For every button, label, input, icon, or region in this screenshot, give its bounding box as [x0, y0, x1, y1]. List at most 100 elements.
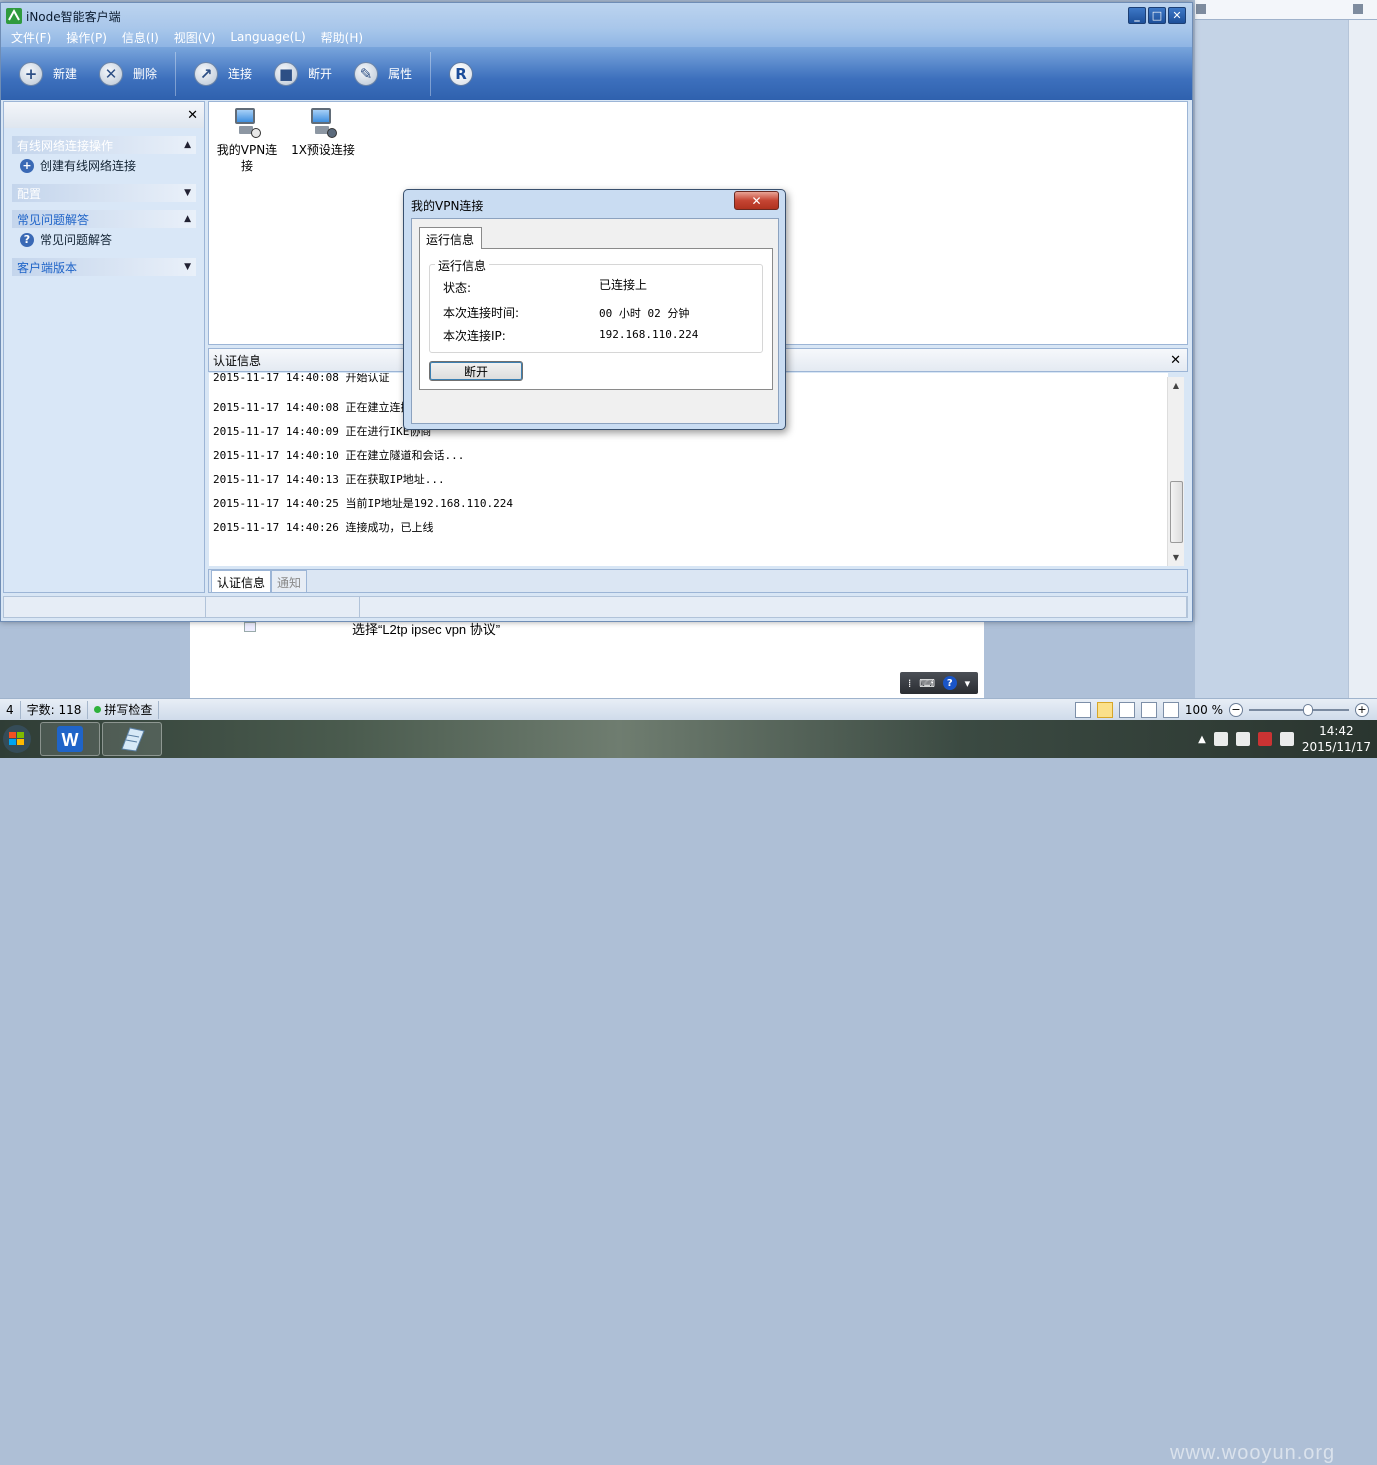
- sidebar-section-header-config[interactable]: 配置 ▼: [12, 184, 196, 202]
- window-title: iNode智能客户端: [26, 9, 121, 24]
- sidebar-close-icon[interactable]: ✕: [187, 108, 198, 123]
- sidebar-section-faq: 常见问题解答 ▲ ? 常见问题解答: [12, 210, 196, 250]
- registered-r-icon[interactable]: R: [449, 61, 474, 86]
- taskbar: W www.wooyun.org ▲ 14:42 2015/11/17: [0, 720, 1377, 1464]
- delete-button[interactable]: ✕ 删除: [99, 61, 157, 86]
- sidebar-header: ✕: [4, 102, 204, 128]
- system-tray: ▲ 14:42 2015/11/17: [1198, 720, 1371, 758]
- disconnect-label: 断开: [308, 67, 333, 81]
- connection-label-line2: 接: [240, 159, 253, 173]
- sidebar-item-label: 创建有线网络连接: [40, 159, 137, 173]
- sidebar-item-faq[interactable]: ? 常见问题解答: [12, 228, 196, 250]
- dialog-close-button[interactable]: ✕: [734, 191, 779, 210]
- vpn-status-dialog: 我的VPN连接 ✕ 运行信息 运行信息 状态: 已连接上 本次连接时间: 00 …: [403, 189, 786, 430]
- keyboard-icon[interactable]: ⌨: [919, 677, 935, 690]
- connection-my-vpn[interactable]: 我的VPN连 接: [209, 106, 285, 174]
- close-button[interactable]: ✕: [1168, 7, 1186, 24]
- background-document-page[interactable]: [190, 622, 984, 698]
- new-button[interactable]: + 新建: [19, 61, 77, 86]
- collapse-caret-icon: ▲: [184, 140, 191, 150]
- dialog-title: 我的VPN连接: [411, 199, 484, 213]
- start-button[interactable]: [0, 722, 38, 756]
- sidebar-section-header-wired[interactable]: 有线网络连接操作 ▲: [12, 136, 196, 154]
- menu-help[interactable]: 帮助(H): [321, 29, 363, 46]
- sidebar-section-header-faq[interactable]: 常见问题解答 ▲: [12, 210, 196, 228]
- sidebar-section-config: 配置 ▼: [12, 184, 196, 202]
- status-value: 已连接上: [599, 278, 648, 292]
- zoom-in-icon[interactable]: +: [1355, 702, 1369, 717]
- log-line: 2015-11-17 14:40:09 正在进行IKE协商: [213, 425, 432, 438]
- ime-menu-icon[interactable]: ▾: [965, 677, 971, 690]
- tab-auth-info[interactable]: 认证信息: [211, 570, 272, 592]
- title-bar[interactable]: iNode智能客户端 _ □ ✕: [1, 3, 1192, 29]
- maximize-button[interactable]: □: [1148, 7, 1166, 24]
- menu-file[interactable]: 文件(F): [11, 29, 51, 46]
- sidebar-section-title: 客户端版本: [17, 260, 78, 275]
- toolbar-separator: [175, 51, 177, 96]
- scroll-thumb[interactable]: [1170, 481, 1183, 543]
- connection-label: 我的VPN连: [216, 143, 278, 157]
- disconnect-toolbar-button[interactable]: ■ 断开: [274, 61, 333, 86]
- run-info-group: 运行信息 状态: 已连接上 本次连接时间: 00 小时 02 分钟 本次连接IP…: [429, 257, 763, 353]
- menu-bar: 文件(F) 操作(P) 信息(I) 视图(V) Language(L) 帮助(H…: [1, 27, 1192, 47]
- tab-run-info[interactable]: 运行信息: [419, 227, 483, 249]
- stop-icon: ■: [274, 61, 299, 86]
- menu-view[interactable]: 视图(V): [174, 29, 216, 46]
- status-key: 状态:: [443, 281, 472, 295]
- toolbar-separator: [430, 51, 432, 96]
- zoom-slider[interactable]: [1249, 703, 1349, 716]
- tab-notice[interactable]: 通知: [271, 570, 308, 592]
- tray-windows-icon[interactable]: [1213, 732, 1228, 746]
- tray-device-icon[interactable]: [1235, 732, 1250, 746]
- scroll-up-icon[interactable]: ▲: [1168, 377, 1184, 394]
- view-page-icon[interactable]: [1096, 701, 1113, 718]
- view-outline-icon[interactable]: [1118, 701, 1135, 718]
- log-scrollbar[interactable]: ▲ ▼: [1167, 377, 1184, 566]
- tray-expand-icon[interactable]: ▲: [1198, 734, 1206, 745]
- properties-button[interactable]: ✎ 属性: [354, 61, 412, 86]
- duration-value: 00 小时 02 分钟: [599, 307, 690, 320]
- view-reading-icon[interactable]: [1162, 701, 1179, 718]
- sidebar: ✕ 有线网络连接操作 ▲ + 创建有线网络连接 配置 ▼ 常见问题解答 ▲ ? …: [3, 101, 205, 593]
- delete-x-icon: ✕: [99, 61, 124, 86]
- taskbar-document-button[interactable]: [102, 722, 162, 756]
- minimize-button[interactable]: _: [1128, 7, 1146, 24]
- sidebar-item-create-wired[interactable]: + 创建有线网络连接: [12, 154, 196, 176]
- zoom-level[interactable]: 100 %: [1185, 703, 1223, 717]
- log-line: 2015-11-17 14:40:25 当前IP地址是192.168.110.2…: [213, 497, 514, 510]
- sidebar-item-label: 常见问题解答: [40, 233, 113, 247]
- connect-label: 连接: [228, 67, 253, 81]
- help-icon[interactable]: ?: [942, 676, 957, 690]
- menu-operate[interactable]: 操作(P): [66, 29, 107, 46]
- auth-info-title: 认证信息: [213, 353, 262, 368]
- connection-1x-preset[interactable]: 1X预设连接: [285, 106, 361, 158]
- menu-language[interactable]: Language(L): [230, 30, 305, 44]
- taskbar-wps-button[interactable]: W: [40, 722, 100, 756]
- connect-button[interactable]: ↗ 连接: [194, 61, 253, 86]
- ime-toolbar[interactable]: ⁞ ⌨ ? ▾: [900, 672, 978, 694]
- zoom-slider-thumb[interactable]: [1303, 703, 1313, 716]
- status-cell: [4, 597, 206, 617]
- word-count[interactable]: 字数: 118: [21, 700, 89, 719]
- view-fullscreen-icon[interactable]: [1074, 701, 1091, 718]
- scroll-down-icon[interactable]: ▼: [1168, 549, 1184, 566]
- disconnect-button[interactable]: 断开: [429, 361, 523, 381]
- zoom-out-icon[interactable]: −: [1229, 702, 1243, 717]
- tray-network-icon[interactable]: [1279, 732, 1294, 746]
- auth-close-icon[interactable]: ✕: [1170, 353, 1181, 368]
- wps-writer-icon: W: [57, 726, 83, 752]
- clock-time: 14:42: [1319, 724, 1354, 738]
- clock[interactable]: 14:42 2015/11/17: [1302, 723, 1371, 755]
- log-line: 2015-11-17 14:40:08 正在建立连接: [213, 401, 412, 414]
- sidebar-section-header-version[interactable]: 客户端版本 ▼: [12, 258, 196, 276]
- spellcheck-status[interactable]: 拼写检查: [88, 700, 160, 719]
- ime-grip-icon: ⁞: [907, 676, 912, 690]
- menu-info[interactable]: 信息(I): [122, 29, 159, 46]
- ip-value: 192.168.110.224: [599, 328, 699, 341]
- background-document-ruler: [1348, 20, 1377, 700]
- run-info-panel: 运行信息 状态: 已连接上 本次连接时间: 00 小时 02 分钟 本次连接IP…: [419, 248, 773, 390]
- background-restore-icon[interactable]: [1353, 4, 1363, 14]
- tray-volume-muted-icon[interactable]: [1257, 732, 1272, 746]
- view-web-icon[interactable]: [1140, 701, 1157, 718]
- paragraph-mark-icon: [244, 622, 256, 632]
